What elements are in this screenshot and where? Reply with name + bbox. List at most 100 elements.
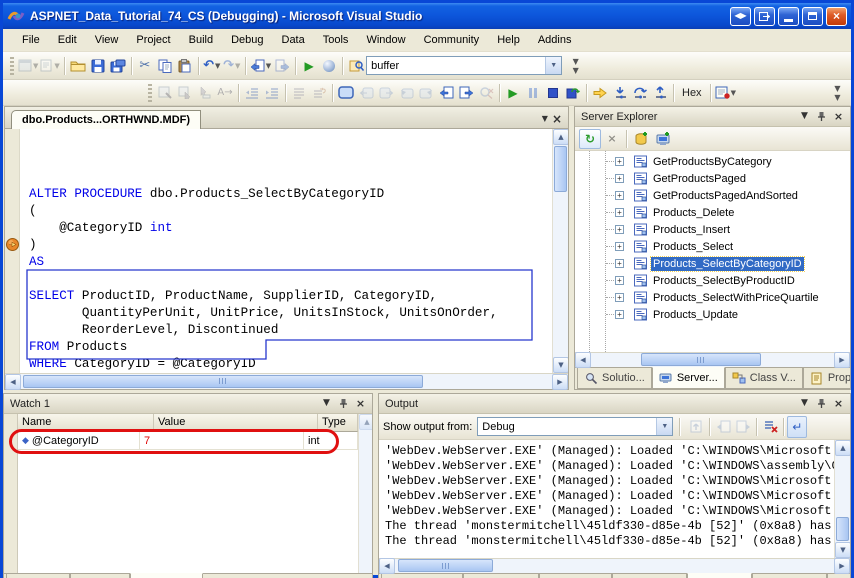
tree-item[interactable]: +GetProductsByCategory xyxy=(575,153,850,170)
tree-expander-icon[interactable]: + xyxy=(615,174,624,183)
quick-find-button[interactable] xyxy=(346,55,366,77)
start-debugging-button[interactable]: ▶ xyxy=(299,55,319,77)
navigate-backward-button[interactable]: ▼ xyxy=(249,55,272,77)
verify-sql-button[interactable] xyxy=(476,82,496,104)
tab-watch-1[interactable]: Watch 1 xyxy=(130,573,203,578)
editor-vertical-scrollbar[interactable]: ▲ ▼ xyxy=(552,129,568,373)
tree-item[interactable]: +Products_SelectByProductID xyxy=(575,272,850,289)
toolbar-overflow-button[interactable]: ▼▼ xyxy=(565,55,585,77)
tab-comm-[interactable]: Comm... xyxy=(539,574,613,578)
scrollbar-thumb[interactable] xyxy=(836,517,849,541)
code-area[interactable]: ALTER PROCEDURE dbo.Products_SelectByCat… xyxy=(20,129,552,373)
scroll-down-icon[interactable]: ▼ xyxy=(553,357,568,373)
toolbar-overflow-button[interactable]: ▼▼ xyxy=(827,82,847,104)
menu-item-debug[interactable]: Debug xyxy=(222,31,272,49)
window-position-icon[interactable]: ▼ xyxy=(797,110,812,124)
auto-hide-pin-icon[interactable] xyxy=(814,110,829,124)
window-position-icon[interactable]: ▼ xyxy=(797,397,812,411)
output-source-dropdown-icon[interactable]: ▼ xyxy=(656,418,672,435)
pane-nav-button-3[interactable] xyxy=(396,82,416,104)
undo-button[interactable]: ↶▼ xyxy=(202,55,222,77)
tab-call-stack[interactable]: Call Stack xyxy=(381,574,463,578)
watch-name-cell[interactable]: ◆@CategoryID xyxy=(18,432,140,449)
server-explorer-titlebar[interactable]: Server Explorer ▼ × xyxy=(575,107,850,127)
menu-item-build[interactable]: Build xyxy=(180,31,222,49)
add-new-item-button[interactable]: ▼ xyxy=(39,55,60,77)
step-out-button[interactable] xyxy=(650,82,670,104)
scroll-right-icon[interactable]: ▶ xyxy=(834,558,850,574)
continue-button[interactable]: ▶ xyxy=(503,82,523,104)
step-over-button[interactable] xyxy=(630,82,650,104)
goto-related-button-1[interactable] xyxy=(436,82,456,104)
document-tab[interactable]: dbo.Products...ORTHWND.MDF) xyxy=(11,110,201,129)
scroll-up-icon[interactable]: ▲ xyxy=(553,129,568,145)
auto-hide-pin-icon[interactable] xyxy=(336,397,351,411)
cut-button[interactable]: ✂ xyxy=(135,55,155,77)
connect-to-database-button[interactable] xyxy=(630,129,652,149)
clear-output-button[interactable] xyxy=(760,416,780,438)
scrollbar-thumb[interactable] xyxy=(23,375,423,388)
scrollbar-thumb[interactable] xyxy=(641,353,761,366)
tree-expander-icon[interactable]: + xyxy=(615,293,624,302)
tree-expander-icon[interactable]: + xyxy=(615,242,624,251)
output-text[interactable]: 'WebDev.WebServer.EXE' (Managed): Loaded… xyxy=(379,440,834,558)
menu-item-help[interactable]: Help xyxy=(488,31,529,49)
tab-autos[interactable]: Autos xyxy=(70,574,130,578)
restart-button[interactable] xyxy=(563,82,583,104)
menu-item-view[interactable]: View xyxy=(86,31,128,49)
find-combo[interactable]: buffer ▼ xyxy=(366,56,562,75)
connect-to-server-button[interactable] xyxy=(652,129,674,149)
column-header-type[interactable]: Type xyxy=(318,414,358,432)
send-window-button[interactable] xyxy=(754,7,775,26)
watch-titlebar[interactable]: Watch 1 ▼ × xyxy=(4,394,372,414)
redo-button[interactable]: ↷▼ xyxy=(222,55,242,77)
menu-item-file[interactable]: File xyxy=(13,31,49,49)
show-criteria-pane-button[interactable] xyxy=(175,82,195,104)
increase-indent-button[interactable] xyxy=(262,82,282,104)
output-vertical-scrollbar[interactable]: ▲ ▼ xyxy=(834,440,850,558)
close-icon[interactable]: × xyxy=(831,397,846,411)
menu-item-project[interactable]: Project xyxy=(127,31,179,49)
show-next-statement-button[interactable] xyxy=(590,82,610,104)
close-document-icon[interactable]: × xyxy=(552,113,562,125)
close-button[interactable]: × xyxy=(826,7,847,26)
maximize-button[interactable] xyxy=(802,7,823,26)
tree-expander-icon[interactable]: + xyxy=(615,208,624,217)
tree-item[interactable]: +Products_SelectByCategoryID xyxy=(575,255,850,272)
scrollbar-thumb[interactable] xyxy=(554,146,567,192)
editor-body[interactable]: ALTER PROCEDURE dbo.Products_SelectByCat… xyxy=(5,129,568,373)
watch-vertical-scrollbar[interactable]: ▲ xyxy=(358,414,373,573)
pane-nav-button-4[interactable] xyxy=(416,82,436,104)
column-header-name[interactable]: Name xyxy=(18,414,154,432)
goto-previous-message-button[interactable] xyxy=(713,416,733,438)
menu-item-tools[interactable]: Tools xyxy=(314,31,358,49)
editor-gutter[interactable] xyxy=(5,129,20,373)
breakpoints-window-button[interactable]: ▼ xyxy=(714,82,737,104)
tab-locals[interactable]: Locals xyxy=(6,574,70,578)
close-icon[interactable]: × xyxy=(353,397,368,411)
paste-button[interactable] xyxy=(175,55,195,77)
tree-expander-icon[interactable]: + xyxy=(615,157,624,166)
tab-breakp-[interactable]: Breakp... xyxy=(463,574,539,578)
output-source-combo[interactable]: Debug ▼ xyxy=(477,417,673,436)
break-all-button[interactable] xyxy=(523,82,543,104)
scroll-left-icon[interactable]: ◀ xyxy=(379,558,395,574)
line-numbers-button[interactable] xyxy=(289,82,309,104)
scroll-up-icon[interactable]: ▲ xyxy=(359,414,373,430)
hex-display-button[interactable]: Hex xyxy=(677,82,707,104)
tree-horizontal-scrollbar[interactable]: ◀ ▶ xyxy=(575,352,850,367)
tree-item[interactable]: +Products_Update xyxy=(575,306,850,323)
scroll-right-icon[interactable]: ▶ xyxy=(552,374,568,390)
pane-nav-button-1[interactable] xyxy=(356,82,376,104)
output-titlebar[interactable]: Output ▼ × xyxy=(379,394,850,414)
solution-explorer-button[interactable] xyxy=(319,55,339,77)
scrollbar-thumb[interactable] xyxy=(398,559,493,572)
tab-error-list[interactable]: Error List xyxy=(827,574,851,578)
tab-solutio-[interactable]: Solutio... xyxy=(577,368,652,389)
new-query-button[interactable] xyxy=(336,82,356,104)
toggle-word-wrap-button[interactable]: ↵ xyxy=(787,416,807,438)
show-sql-pane-button[interactable] xyxy=(195,82,215,104)
goto-message-button[interactable] xyxy=(686,416,706,438)
goto-related-button-2[interactable] xyxy=(456,82,476,104)
save-all-button[interactable] xyxy=(108,55,128,77)
